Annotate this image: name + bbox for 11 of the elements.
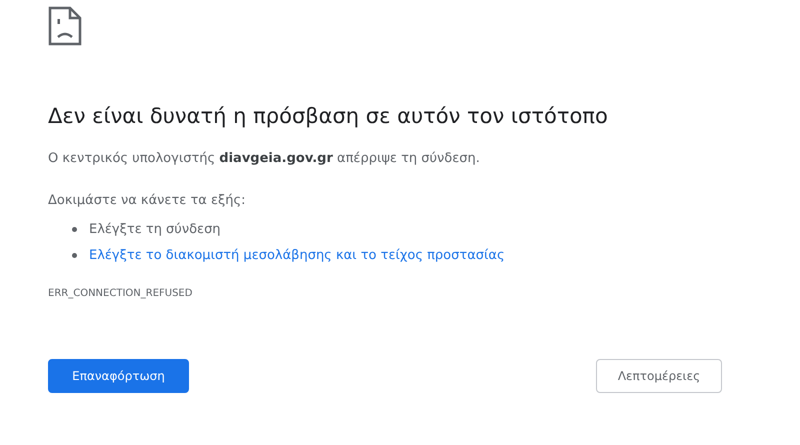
bullet-icon	[72, 226, 77, 232]
sad-page-icon	[48, 6, 82, 46]
bullet-icon	[72, 252, 77, 258]
suggestion-link[interactable]: Ελέγξτε το διακομιστή μεσολάβησης και το τείχος προστασίας	[89, 248, 505, 262]
error-code: ERR_CONNECTION_REFUSED	[48, 288, 194, 299]
suggestions-intro: Δοκιμάστε να κάνετε τα εξής:	[48, 193, 246, 208]
error-message: Ο κεντρικός υπολογιστής diavgeia.gov.gr απέρριψε τη σύνδεση.	[48, 151, 481, 166]
reload-button[interactable]: Επαναφόρτωση	[48, 359, 189, 393]
suggestion-text: Ελέγξτε τη σύνδεση	[89, 222, 221, 236]
details-button[interactable]: Λεπτομέρειες	[596, 359, 722, 393]
error-heading: Δεν είναι δυνατή η πρόσβαση σε αυτόν τον ιστότοπο	[48, 104, 609, 128]
